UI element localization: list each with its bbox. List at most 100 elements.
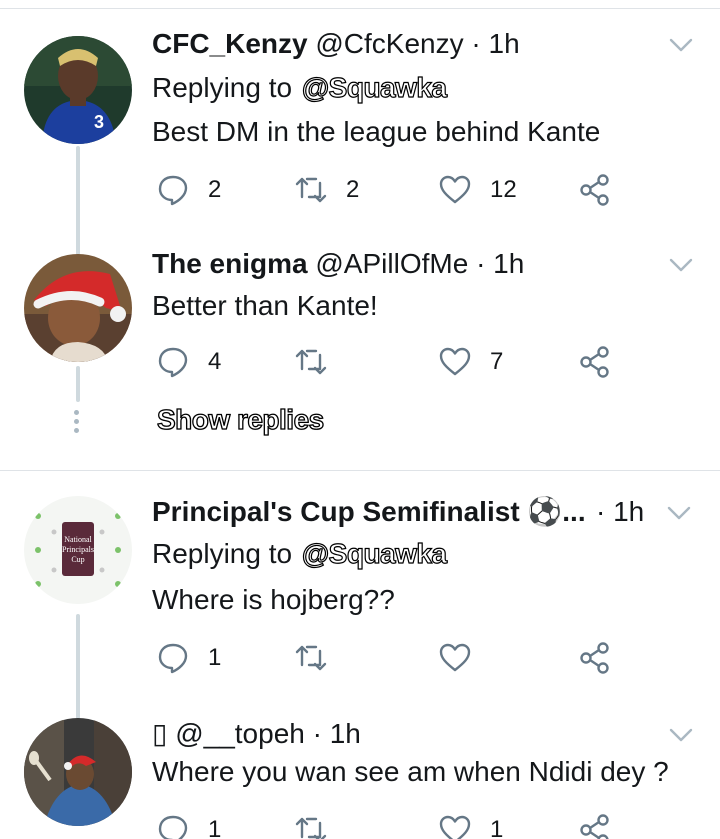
avatar[interactable]: National Principals Cup [24,496,132,604]
chevron-down-icon[interactable] [668,722,694,748]
like-button[interactable]: 12 [438,170,517,210]
share-icon [580,814,609,839]
retweet-icon [295,645,327,671]
timestamp[interactable]: 1h [330,718,361,749]
avatar-image [24,718,132,826]
tweet-the-enigma[interactable]: The enigma @APillOfMe · 1h Better than K… [0,244,720,404]
reply-icon [158,175,188,206]
thread-line [76,366,80,402]
retweet-button[interactable] [294,810,346,839]
separator-dot: · [471,28,481,59]
retweet-button[interactable]: 2 [294,170,359,210]
timestamp[interactable]: 1h [493,248,524,279]
principals-cup-line-2: Principals [62,545,94,554]
reply-button[interactable]: 1 [156,638,221,678]
like-button[interactable]: 7 [438,342,503,382]
reply-icon [158,347,188,378]
timestamp[interactable]: 1h [489,28,520,59]
share-button[interactable] [578,170,612,210]
tweet-text: Where you wan see am when Ndidi dey ? [152,756,669,787]
user-handle[interactable]: @APillOfMe [315,248,468,279]
separator-dot: · [476,248,486,279]
avatar[interactable] [24,718,132,826]
tweet-actions: 4 7 [152,342,632,382]
reply-icon [158,815,188,839]
retweet-button[interactable] [294,342,346,382]
retweet-icon [295,349,327,375]
retweet-icon [295,817,327,839]
tweet-header: Principal's Cup Semifinalist ⚽... [152,492,652,532]
retweet-count: 2 [346,176,360,203]
chevron-down-icon[interactable] [666,500,692,526]
thread-divider [0,470,720,471]
replying-prefix: Replying to [152,538,293,569]
retweet-button[interactable] [294,638,346,678]
tweet-actions: 1 [152,638,632,678]
replying-prefix: Replying to [152,72,293,103]
avatar-image [24,254,132,362]
user-handle[interactable]: @__topeh [175,718,305,749]
reply-button[interactable]: 4 [156,342,221,382]
separator-dot: · [596,496,606,527]
tweet-header: CFC_Kenzy @CfcKenzy · 1h [152,24,520,64]
tweet-topeh[interactable]: ▯ @__topeh · 1h Where you wan see am whe… [0,714,720,839]
share-button[interactable] [578,638,612,678]
top-divider [0,8,720,9]
replying-to-line: Replying to @Squawka [152,68,449,108]
tweet-cfc-kenzy[interactable]: 3 CFC_Kenzy @CfcKenzy · 1h Replying to @… [0,24,720,274]
display-name[interactable]: ▯ [152,718,167,749]
reply-count: 1 [208,644,222,671]
separator-dot: · [312,718,322,749]
reply-button[interactable]: 1 [156,810,221,839]
tweet-text: Better than Kante! [152,290,378,321]
tweet-text: Where is hojberg?? [152,584,395,615]
tweet-time: · 1h [596,492,644,532]
like-button[interactable]: 1 [438,810,503,839]
like-icon [439,643,471,672]
share-icon [580,642,609,674]
tweet-text: Best DM in the league behind Kante [152,116,601,147]
like-icon [439,175,471,204]
user-handle[interactable]: @CfcKenzy [315,28,463,59]
replying-to-line: Replying to @Squawka [152,534,449,574]
reply-count: 4 [208,348,222,375]
share-icon [580,346,609,378]
reply-button[interactable]: 2 [156,170,221,210]
tweet-principals-cup[interactable]: National Principals Cup Principal's Cup … [0,492,720,726]
share-button[interactable] [578,810,612,839]
share-button[interactable] [578,342,612,382]
like-button[interactable] [438,638,490,678]
reply-count: 1 [208,816,222,839]
timestamp[interactable]: 1h [613,496,644,527]
retweet-icon [295,177,327,203]
reply-icon [158,643,188,674]
chevron-down-icon[interactable] [668,32,694,58]
principals-cup-line-1: National [64,535,92,544]
avatar[interactable] [24,254,132,362]
display-name[interactable]: Principal's Cup Semifinalist ⚽... [152,496,586,527]
like-icon [439,815,471,839]
thread-ellipsis-icon [74,410,80,437]
principals-cup-line-3: Cup [71,555,84,564]
thread-line [76,614,80,726]
tweet-actions: 1 1 [152,810,632,839]
display-name[interactable]: CFC_Kenzy [152,28,308,59]
like-icon [439,347,471,376]
display-name[interactable]: The enigma [152,248,308,279]
reply-count: 2 [208,176,222,203]
tweet-header: ▯ @__topeh · 1h [152,714,361,754]
mention-link[interactable]: @Squawka [300,534,449,574]
like-count: 1 [490,816,504,839]
chevron-down-icon[interactable] [668,252,694,278]
avatar-image: National Principals Cup [24,496,132,604]
tweet-actions: 2 2 12 [152,170,632,210]
like-count: 12 [490,176,517,203]
svg-text:3: 3 [94,112,104,132]
mention-link[interactable]: @Squawka [300,68,449,108]
avatar-image: 3 [24,36,132,144]
show-replies-link[interactable]: Show replies [156,403,325,436]
share-icon [580,174,609,206]
tweet-header: The enigma @APillOfMe · 1h [152,244,524,284]
like-count: 7 [490,348,504,375]
avatar[interactable]: 3 [24,36,132,144]
